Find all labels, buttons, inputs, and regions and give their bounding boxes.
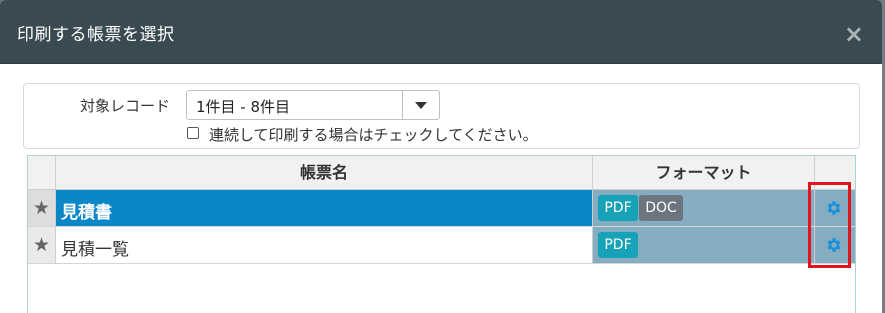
chevron-down-icon	[415, 102, 427, 109]
target-record-label: 対象レコード	[80, 97, 171, 115]
form-name-cell[interactable]: 見積書	[56, 190, 593, 226]
favorite-cell[interactable]: ★	[28, 190, 56, 226]
star-icon[interactable]: ★	[33, 234, 50, 256]
continuous-print-checkbox[interactable]	[187, 127, 199, 139]
form-name: 見積一覧	[61, 240, 129, 260]
header-form-name: 帳票名	[56, 156, 593, 189]
form-list-table: 帳票名 フォーマット ★ 見積書 PDF DOC ★ 見積一覧 PDF	[27, 155, 856, 313]
settings-cell	[815, 227, 855, 263]
continuous-print-option[interactable]: 連続して印刷する場合はチェックしてください。	[187, 124, 538, 145]
print-options-panel: 対象レコード 1件目 - 8件目 連続して印刷する場合はチェックしてください。	[23, 83, 860, 149]
record-range-select[interactable]: 1件目 - 8件目	[186, 90, 440, 120]
record-range-value: 1件目 - 8件目	[196, 98, 291, 116]
table-header: 帳票名 フォーマット	[28, 156, 855, 190]
settings-cell	[815, 190, 855, 226]
header-format: フォーマット	[593, 156, 815, 189]
continuous-print-label: 連続して印刷する場合はチェックしてください。	[209, 126, 538, 144]
star-icon[interactable]: ★	[33, 197, 50, 219]
gear-icon[interactable]	[825, 199, 843, 217]
dropdown-toggle[interactable]	[402, 91, 439, 119]
doc-button[interactable]: DOC	[639, 195, 683, 221]
dialog-title: 印刷する帳票を選択	[17, 25, 175, 45]
table-row[interactable]: ★ 見積書 PDF DOC	[28, 190, 855, 227]
form-name-cell[interactable]: 見積一覧	[56, 227, 593, 263]
pdf-button[interactable]: PDF	[598, 195, 638, 221]
favorite-cell[interactable]: ★	[28, 227, 56, 263]
header-favorite-column	[28, 156, 56, 189]
pdf-button[interactable]: PDF	[598, 232, 638, 258]
header-settings-column	[815, 156, 855, 189]
format-cell: PDF DOC	[593, 190, 815, 226]
table-row[interactable]: ★ 見積一覧 PDF	[28, 227, 855, 264]
form-name: 見積書	[61, 203, 112, 223]
print-form-dialog: 印刷する帳票を選択 × 対象レコード 1件目 - 8件目 連続して印刷する場合は…	[0, 0, 882, 313]
close-icon[interactable]: ×	[844, 22, 864, 46]
gear-icon[interactable]	[825, 236, 843, 254]
format-cell: PDF	[593, 227, 815, 263]
dialog-titlebar: 印刷する帳票を選択 ×	[0, 0, 882, 64]
